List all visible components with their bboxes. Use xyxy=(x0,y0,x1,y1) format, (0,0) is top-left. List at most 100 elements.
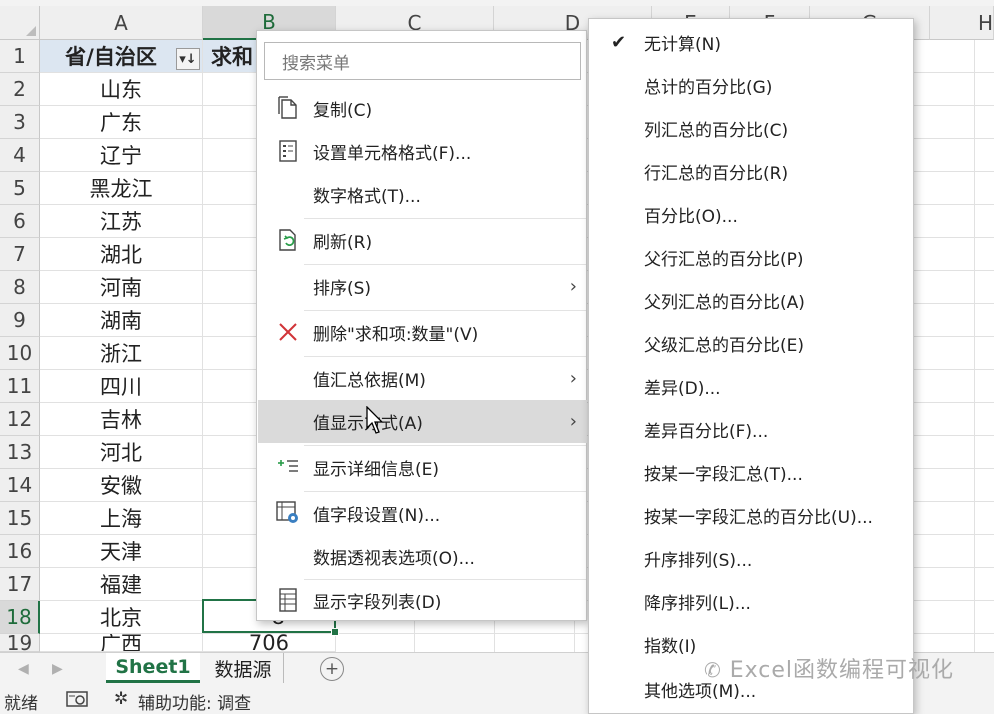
row-header[interactable]: 12 xyxy=(0,403,40,436)
submenu-item-label: 父级汇总的百分比(E) xyxy=(644,335,805,356)
submenu-item-pct-parent-column[interactable]: 父列汇总的百分比(A) xyxy=(589,280,913,320)
menu-item-field-settings[interactable]: 值字段设置(N)... xyxy=(258,492,587,535)
cell-province[interactable]: 山东 xyxy=(40,73,203,106)
macro-record-icon[interactable] xyxy=(66,690,88,713)
cell-province[interactable]: 辽宁 xyxy=(40,139,203,172)
submenu-item-pct-of[interactable]: 百分比(O)... xyxy=(589,194,913,234)
cell-province[interactable]: 河北 xyxy=(40,436,203,469)
row-header[interactable]: 10 xyxy=(0,337,40,370)
submenu-item-pct-parent-row[interactable]: 父行汇总的百分比(P) xyxy=(589,237,913,277)
submenu-item-rank-descending[interactable]: 降序排列(L)... xyxy=(589,581,913,621)
submenu-item-label: 父行汇总的百分比(P) xyxy=(644,249,804,270)
tab-next-icon[interactable]: ▶ xyxy=(52,661,63,677)
submenu-item-pct-parent-total[interactable]: 父级汇总的百分比(E) xyxy=(589,323,913,363)
row-header[interactable]: 4 xyxy=(0,139,40,172)
col-header-a[interactable]: A xyxy=(40,6,203,40)
cell-province[interactable]: 北京 xyxy=(40,601,203,634)
menu-item-label: 刷新(R) xyxy=(313,233,373,253)
menu-item-format-cells[interactable]: 设置单元格格式(F)... xyxy=(258,130,587,173)
menu-item-pivot-options[interactable]: 数据透视表选项(O)... xyxy=(258,535,587,578)
row-header[interactable]: 5 xyxy=(0,172,40,205)
add-sheet-icon[interactable]: + xyxy=(320,657,344,681)
menu-item-label: 值汇总依据(M) xyxy=(313,371,426,391)
submenu-item-pct-column-total[interactable]: 列汇总的百分比(C) xyxy=(589,108,913,148)
cell-province[interactable]: 广东 xyxy=(40,106,203,139)
filter-dropdown-icon[interactable]: ▾↓ xyxy=(176,48,200,70)
menu-item-refresh[interactable]: 刷新(R) xyxy=(258,219,587,262)
row-header[interactable]: 1 xyxy=(0,40,40,73)
cell-province[interactable]: 上海 xyxy=(40,502,203,535)
submenu-item-label: 按某一字段汇总(T)... xyxy=(644,464,803,485)
col-header-h[interactable]: H xyxy=(930,6,994,40)
menu-item-field-list[interactable]: 显示字段列表(D) xyxy=(258,579,587,622)
row-header[interactable]: 16 xyxy=(0,535,40,568)
row-header[interactable]: 15 xyxy=(0,502,40,535)
row-header[interactable]: 9 xyxy=(0,304,40,337)
submenu-item-label: 父列汇总的百分比(A) xyxy=(644,292,805,313)
cell-text: 天津 xyxy=(100,540,142,564)
row-header[interactable]: 7 xyxy=(0,238,40,271)
menu-item-show-details[interactable]: 显示详细信息(E) xyxy=(258,446,587,489)
submenu-item-running-total[interactable]: 按某一字段汇总(T)... xyxy=(589,452,913,492)
context-menu: 搜索菜单 复制(C) 设置单元格格式(F)... 数字格式(T)... 刷新(R… xyxy=(256,30,587,621)
menu-item-summarize-by[interactable]: 值汇总依据(M) › xyxy=(258,357,587,400)
pivot-header-province[interactable]: 省/自治区 ▾↓ xyxy=(40,40,203,73)
row-header[interactable]: 14 xyxy=(0,469,40,502)
cell-sum[interactable]: 706 xyxy=(203,634,336,652)
accessibility-icon[interactable]: ✲ xyxy=(114,689,128,709)
row-header[interactable]: 6 xyxy=(0,205,40,238)
cell-province[interactable]: 福建 xyxy=(40,568,203,601)
submenu-item-pct-difference[interactable]: 差异百分比(F)... xyxy=(589,409,913,449)
cell-province[interactable]: 湖北 xyxy=(40,238,203,271)
field-list-icon xyxy=(276,588,300,612)
cell-province[interactable]: 黑龙江 xyxy=(40,172,203,205)
show-values-as-submenu: ✔ 无计算(N) 总计的百分比(G) 列汇总的百分比(C) 行汇总的百分比(R)… xyxy=(588,18,914,714)
submenu-item-pct-row-total[interactable]: 行汇总的百分比(R) xyxy=(589,151,913,191)
submenu-item-difference[interactable]: 差异(D)... xyxy=(589,366,913,406)
cell-text: 上海 xyxy=(100,507,142,531)
row-header[interactable]: 18 xyxy=(0,601,40,634)
status-accessibility[interactable]: 辅助功能: 调查 xyxy=(138,689,251,714)
cell-text: 河南 xyxy=(100,276,142,300)
cell-text: 黑龙江 xyxy=(89,177,153,201)
cell-text: 山东 xyxy=(100,78,142,102)
sheet-tab-sheet1[interactable]: Sheet1 xyxy=(106,653,200,683)
menu-item-label: 删除"求和项:数量"(V) xyxy=(313,325,479,345)
row-header[interactable]: 19 xyxy=(0,631,40,655)
cell-province[interactable]: 广西 xyxy=(40,634,203,652)
cell-text: 浙江 xyxy=(100,342,142,366)
row-header[interactable]: 3 xyxy=(0,106,40,139)
cell-province[interactable]: 天津 xyxy=(40,535,203,568)
cell-province[interactable]: 吉林 xyxy=(40,403,203,436)
row-header[interactable]: 11 xyxy=(0,370,40,403)
submenu-item-pct-grand-total[interactable]: 总计的百分比(G) xyxy=(589,65,913,105)
menu-item-delete-field[interactable]: 删除"求和项:数量"(V) xyxy=(258,311,587,354)
row-header[interactable]: 2 xyxy=(0,73,40,106)
row-header[interactable]: 17 xyxy=(0,568,40,601)
cell-province[interactable]: 江苏 xyxy=(40,205,203,238)
checkmark-icon: ✔ xyxy=(611,31,627,53)
menu-item-number-format[interactable]: 数字格式(T)... xyxy=(258,173,587,216)
submenu-item-label: 百分比(O)... xyxy=(644,206,738,227)
cell-province[interactable]: 四川 xyxy=(40,370,203,403)
cell-text: 湖南 xyxy=(100,309,142,333)
submenu-item-label: 行汇总的百分比(R) xyxy=(644,163,789,184)
menu-item-show-values-as[interactable]: 值显示方式(A) › xyxy=(258,400,587,443)
cell-province[interactable]: 安徽 xyxy=(40,469,203,502)
row-header[interactable]: 8 xyxy=(0,271,40,304)
cell-province[interactable]: 湖南 xyxy=(40,304,203,337)
submenu-item-no-calculation[interactable]: ✔ 无计算(N) xyxy=(589,22,913,62)
submenu-item-rank-ascending[interactable]: 升序排列(S)... xyxy=(589,538,913,578)
cell-text: 福建 xyxy=(100,573,142,597)
submenu-item-pct-running-total[interactable]: 按某一字段汇总的百分比(U)... xyxy=(589,495,913,535)
menu-item-copy[interactable]: 复制(C) xyxy=(258,87,587,130)
sheet-tab-datasource[interactable]: 数据源 xyxy=(203,653,284,683)
menu-search-input[interactable]: 搜索菜单 xyxy=(264,42,581,80)
cell-province[interactable]: 浙江 xyxy=(40,337,203,370)
row-header[interactable]: 13 xyxy=(0,436,40,469)
select-all-corner[interactable] xyxy=(0,6,40,40)
tab-prev-icon[interactable]: ◀ xyxy=(18,661,29,677)
cell-province[interactable]: 河南 xyxy=(40,271,203,304)
cell-text: 吉林 xyxy=(100,408,142,432)
menu-item-sort[interactable]: 排序(S) › xyxy=(258,265,587,308)
